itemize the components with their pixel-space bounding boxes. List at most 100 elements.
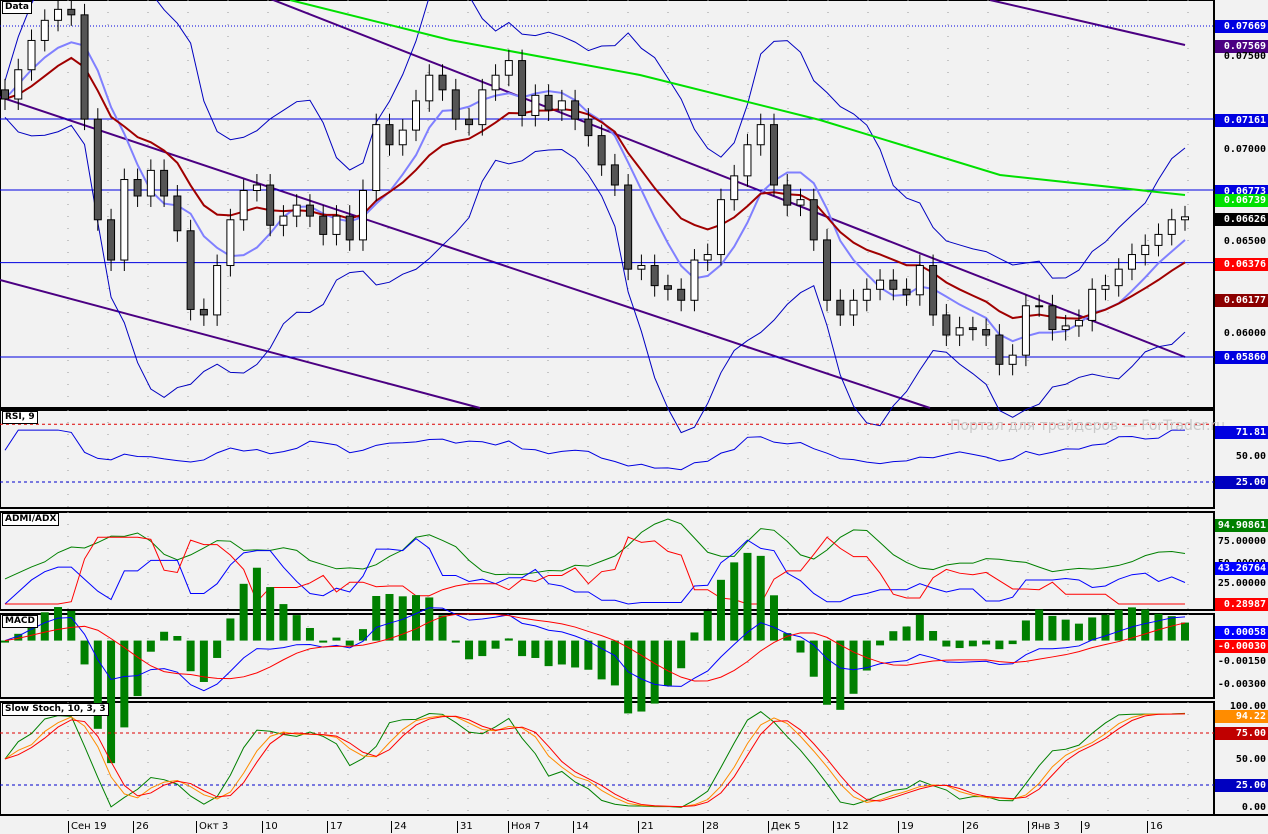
candle-body bbox=[199, 308, 208, 316]
panel-frame-4 bbox=[0, 701, 1215, 816]
candle-body bbox=[1167, 219, 1176, 235]
candle-body bbox=[756, 124, 765, 146]
macd-histogram-bar bbox=[849, 640, 858, 694]
candle-body bbox=[504, 60, 513, 76]
macd-histogram-bar bbox=[968, 640, 977, 647]
rsi-panel-title: RSI, 9 bbox=[2, 411, 38, 424]
macd-histogram-bar bbox=[982, 640, 991, 645]
candle-body bbox=[650, 265, 659, 287]
macd-histogram-bar bbox=[226, 618, 235, 641]
macd-histogram-bar bbox=[557, 640, 566, 665]
candle-body bbox=[862, 288, 871, 301]
macd_axis-tick: -0.00300 bbox=[1217, 679, 1266, 690]
candle-body bbox=[345, 215, 354, 241]
macd-histogram-bar bbox=[1035, 609, 1044, 641]
macd-histogram-bar bbox=[584, 640, 593, 670]
adx_axis-tick: 75.00000 bbox=[1217, 536, 1266, 547]
date-axis-label: 12 bbox=[833, 821, 849, 833]
price-axis-tick: 0.07500 bbox=[1223, 51, 1266, 62]
macd-histogram-bar bbox=[319, 640, 328, 643]
candle-body bbox=[173, 195, 182, 232]
macd-histogram-bar bbox=[266, 587, 275, 641]
macd-histogram-bar bbox=[120, 640, 129, 728]
date-axis-label: Дек 5 bbox=[768, 821, 801, 833]
candle-body bbox=[637, 265, 646, 270]
macd-histogram-bar bbox=[305, 627, 314, 641]
candle-body bbox=[266, 184, 275, 226]
candle-body bbox=[1141, 244, 1150, 256]
macd-histogram-bar bbox=[650, 640, 659, 704]
macd-histogram-bar bbox=[929, 630, 938, 641]
panel-frame-3 bbox=[0, 613, 1215, 699]
macd_axis-tick: -0.00150 bbox=[1217, 656, 1266, 667]
candle-body bbox=[557, 100, 566, 111]
candle-body bbox=[597, 135, 606, 166]
candle-body bbox=[1127, 254, 1136, 270]
macd-histogram-bar bbox=[1021, 620, 1030, 641]
macd-histogram-bar bbox=[160, 631, 169, 641]
candle-body bbox=[54, 8, 63, 21]
macd-histogram-bar bbox=[756, 555, 765, 641]
candle-body bbox=[571, 100, 580, 120]
date-axis-label: Окт 3 bbox=[196, 821, 228, 833]
date-axis-label: 9 bbox=[1081, 821, 1090, 833]
macd-histogram-bar bbox=[1154, 613, 1163, 641]
macd_axis-tag: 0.00058 bbox=[1215, 626, 1268, 639]
candle-body bbox=[610, 164, 619, 186]
candle-body bbox=[358, 189, 367, 241]
macd-histogram-bar bbox=[1, 640, 9, 643]
watermark: Портал для трейдеров — ForTrader.ru bbox=[950, 418, 1226, 434]
candle-body bbox=[584, 118, 593, 137]
macd-histogram-bar bbox=[1167, 616, 1176, 641]
macd-histogram-bar bbox=[292, 615, 301, 641]
macd-histogram-bar bbox=[40, 612, 49, 641]
macd-histogram-bar bbox=[663, 640, 672, 686]
candle-body bbox=[412, 100, 421, 131]
panel-frame-0 bbox=[0, 0, 1215, 409]
macd-histogram-bar bbox=[345, 640, 354, 646]
date-axis-label: 14 bbox=[573, 821, 589, 833]
macd-histogram-bar bbox=[1114, 609, 1123, 641]
macd-histogram-bar bbox=[67, 610, 76, 641]
candle-body bbox=[332, 215, 341, 235]
rsi_axis-tag: 25.00 bbox=[1215, 476, 1268, 489]
candle-body bbox=[451, 89, 460, 120]
macd-histogram-bar bbox=[743, 552, 752, 641]
candle-body bbox=[226, 219, 235, 267]
macd-histogram-bar bbox=[252, 567, 261, 641]
candle-body bbox=[1154, 233, 1163, 246]
candle-body bbox=[133, 179, 142, 197]
stoch_axis-tick: 0.00 bbox=[1241, 802, 1266, 813]
macd-histogram-bar bbox=[1181, 622, 1189, 641]
candle-body bbox=[1048, 305, 1057, 331]
macd-histogram-bar bbox=[438, 615, 447, 641]
macd-histogram-bar bbox=[637, 640, 646, 712]
macd-histogram-bar bbox=[239, 583, 248, 641]
macd-histogram-bar bbox=[279, 604, 288, 641]
candle-body bbox=[915, 265, 924, 296]
candle-body bbox=[783, 184, 792, 206]
macd-histogram-bar bbox=[146, 640, 155, 652]
date-axis-label: 19 bbox=[898, 821, 914, 833]
candle-body bbox=[968, 327, 977, 331]
stoch-panel-title: Slow Stoch, 10, 3, 3 bbox=[2, 703, 109, 716]
macd-histogram-bar bbox=[597, 640, 606, 680]
macd-histogram-bar bbox=[610, 640, 619, 686]
price-tag: 0.06376 bbox=[1215, 258, 1268, 271]
candle-body bbox=[319, 215, 328, 235]
date-axis-label: Ноя 7 bbox=[508, 821, 540, 833]
stoch_axis-tag: 25.00 bbox=[1215, 779, 1268, 792]
candle-body bbox=[809, 199, 818, 241]
candle-body bbox=[743, 144, 752, 177]
candle-body bbox=[677, 288, 686, 301]
candle-body bbox=[942, 314, 951, 336]
price-panel-title: Data bbox=[2, 1, 32, 14]
candle-body bbox=[876, 279, 885, 290]
candle-body bbox=[372, 124, 381, 191]
macd-histogram-bar bbox=[876, 640, 885, 646]
date-axis-label: Сен 19 bbox=[68, 821, 107, 833]
candle-body bbox=[624, 184, 633, 270]
macd-histogram-bar bbox=[703, 610, 712, 641]
candle-body bbox=[902, 288, 911, 296]
macd-histogram-bar bbox=[624, 640, 633, 714]
